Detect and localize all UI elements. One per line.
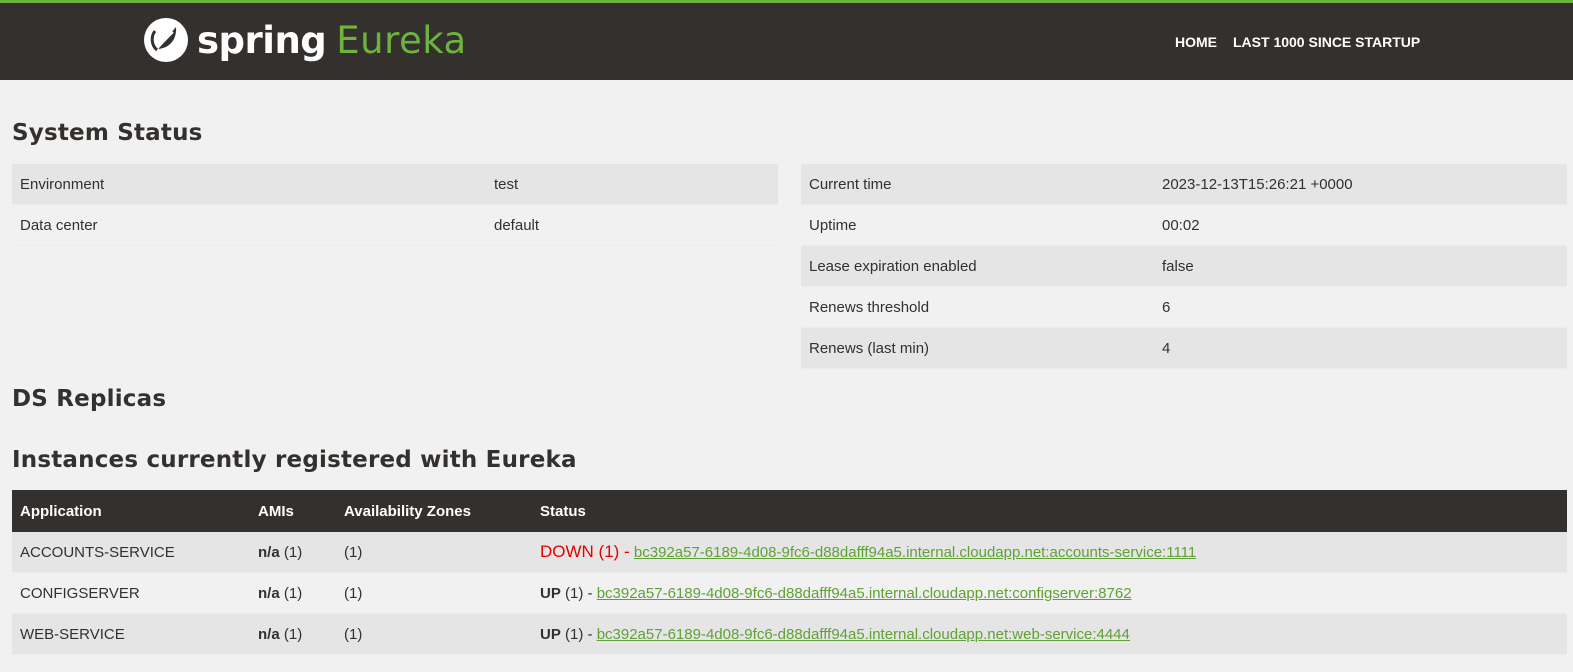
nav-links: HOME LAST 1000 SINCE STARTUP (1175, 34, 1420, 50)
instances-table: Application AMIs Availability Zones Stat… (12, 490, 1567, 655)
column-header-amis: AMIs (250, 490, 336, 532)
brand-eureka-text: Eureka (336, 18, 467, 62)
application-name: CONFIGSERVER (12, 572, 250, 614)
application-name: WEB-SERVICE (12, 613, 250, 655)
status-key: Lease expiration enabled (801, 245, 1154, 287)
status-key: Environment (12, 164, 486, 205)
status-value: 2023-12-13T15:26:21 +0000 (1154, 164, 1567, 205)
status-count: (1) - (565, 625, 593, 643)
status-value: default (486, 204, 778, 246)
ds-replicas-heading: DS Replicas (12, 386, 167, 412)
amis-count: (1) (283, 625, 303, 643)
instance-link[interactable]: bc392a57-6189-4d08-9fc6-d88dafff94a5.int… (634, 544, 1196, 561)
status-cell: DOWN (1) - bc392a57-6189-4d08-9fc6-d88da… (532, 532, 1567, 573)
status-key: Renews (last min) (801, 327, 1154, 369)
brand-spring-text: spring (197, 18, 327, 62)
system-status-heading: System Status (12, 120, 203, 146)
table-row: CONFIGSERVER n/a (1) (1) UP (1) - bc392a… (12, 572, 1567, 614)
table-row: Renews (last min) 4 (801, 327, 1567, 369)
status-value: false (1154, 245, 1567, 287)
spring-leaf-icon (144, 18, 188, 62)
application-name: ACCOUNTS-SERVICE (12, 532, 250, 573)
amis-cell: n/a (1) (250, 572, 336, 614)
amis-value: n/a (258, 584, 280, 602)
spring-eureka-logo[interactable]: spring Eureka (143, 17, 467, 63)
table-row: Uptime 00:02 (801, 204, 1567, 246)
amis-count: (1) (283, 584, 303, 602)
amis-value: n/a (258, 543, 280, 561)
table-row: Current time 2023-12-13T15:26:21 +0000 (801, 164, 1567, 205)
nav-last-1000-link[interactable]: LAST 1000 SINCE STARTUP (1233, 34, 1420, 50)
status-key: Data center (12, 204, 486, 246)
status-cell: UP (1) - bc392a57-6189-4d08-9fc6-d88daff… (532, 572, 1567, 614)
zones-cell: (1) (336, 572, 532, 614)
top-navbar: spring Eureka HOME LAST 1000 SINCE START… (0, 0, 1573, 80)
zones-cell: (1) (336, 532, 532, 573)
status-count: (1) - (565, 584, 593, 602)
amis-value: n/a (258, 625, 280, 643)
status-down-label: DOWN (1) - (540, 542, 630, 561)
table-row: Environment test (12, 164, 778, 205)
nav-home-link[interactable]: HOME (1175, 34, 1217, 50)
status-value: 6 (1154, 286, 1567, 328)
status-up-label: UP (540, 625, 561, 643)
column-header-application: Application (12, 490, 250, 532)
instance-link[interactable]: bc392a57-6189-4d08-9fc6-d88dafff94a5.int… (597, 585, 1132, 602)
zones-cell: (1) (336, 613, 532, 655)
system-status-right-table: Current time 2023-12-13T15:26:21 +0000 U… (801, 164, 1567, 369)
table-row: WEB-SERVICE n/a (1) (1) UP (1) - bc392a5… (12, 613, 1567, 655)
status-up-label: UP (540, 584, 561, 602)
instances-heading: Instances currently registered with Eure… (12, 447, 577, 473)
status-value: 4 (1154, 327, 1567, 369)
status-value: test (486, 164, 778, 205)
status-value: 00:02 (1154, 204, 1567, 246)
system-status-left-table: Environment test Data center default (12, 164, 778, 246)
table-row: Data center default (12, 204, 778, 246)
amis-cell: n/a (1) (250, 532, 336, 573)
status-cell: UP (1) - bc392a57-6189-4d08-9fc6-d88daff… (532, 613, 1567, 655)
instance-link[interactable]: bc392a57-6189-4d08-9fc6-d88dafff94a5.int… (597, 626, 1130, 643)
status-key: Uptime (801, 204, 1154, 246)
column-header-status: Status (532, 490, 1567, 532)
amis-count: (1) (283, 543, 303, 561)
table-header-row: Application AMIs Availability Zones Stat… (12, 490, 1567, 532)
amis-cell: n/a (1) (250, 613, 336, 655)
status-key: Renews threshold (801, 286, 1154, 328)
table-row: Lease expiration enabled false (801, 245, 1567, 287)
table-row: ACCOUNTS-SERVICE n/a (1) (1) DOWN (1) - … (12, 532, 1567, 573)
column-header-zones: Availability Zones (336, 490, 532, 532)
status-key: Current time (801, 164, 1154, 205)
table-row: Renews threshold 6 (801, 286, 1567, 328)
